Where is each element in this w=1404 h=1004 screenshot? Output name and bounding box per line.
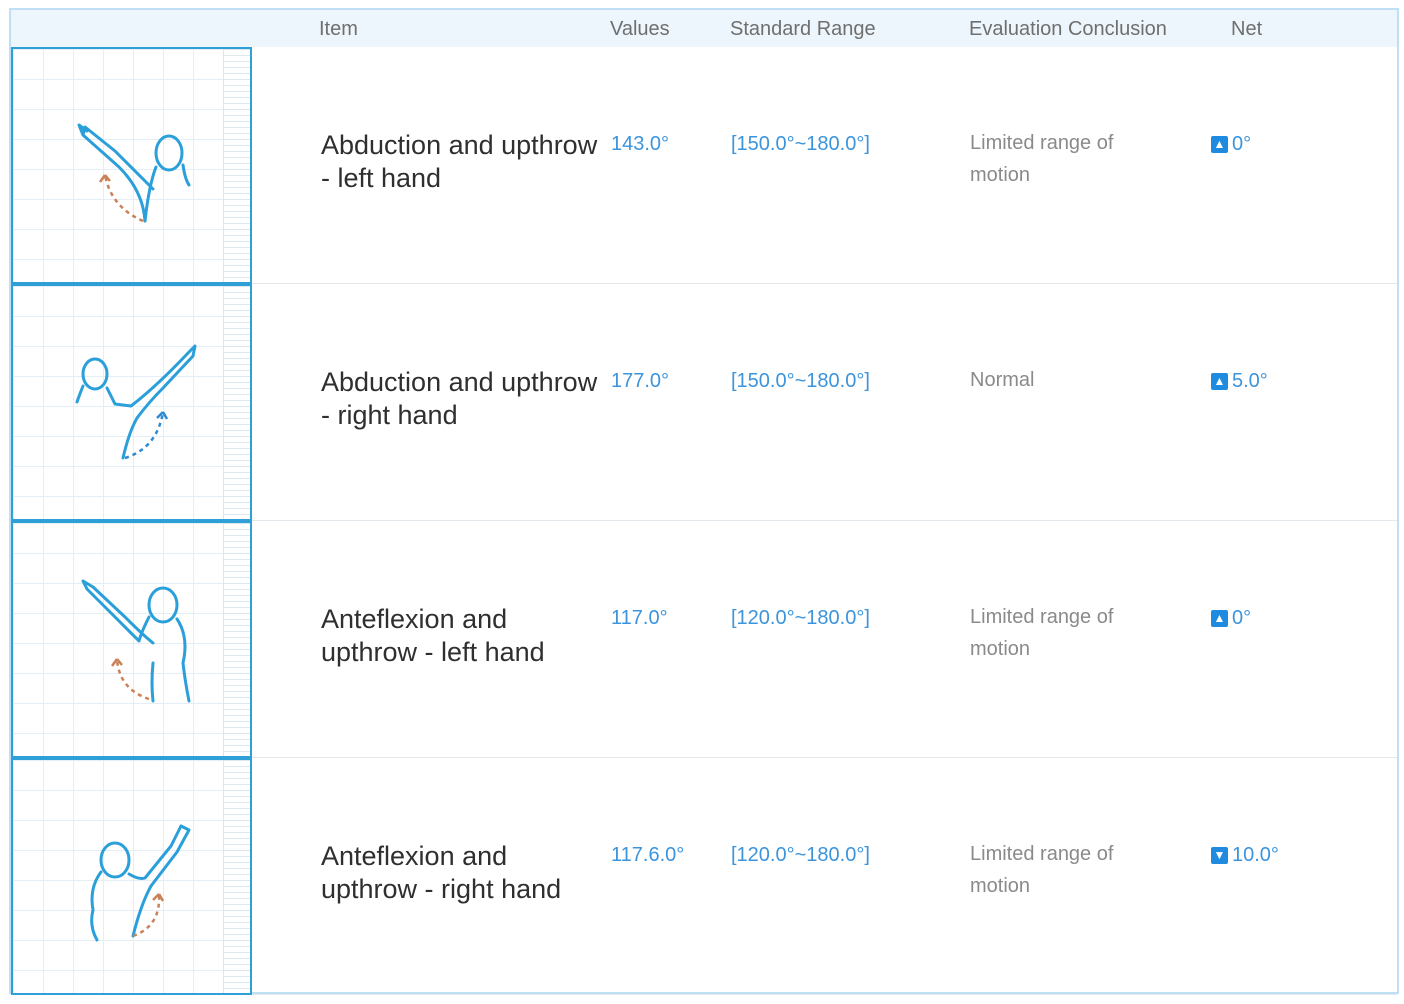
measured-value: 143.0° — [611, 133, 670, 155]
ruler-decoration — [223, 760, 250, 993]
ruler-decoration — [223, 286, 250, 519]
item-name: Anteflexion and upthrow - right hand — [321, 841, 562, 904]
anteflexion-left-figure-icon — [81, 579, 191, 703]
ruler-decoration — [223, 49, 250, 282]
net-value: 0° — [1232, 607, 1252, 629]
abduction-left-figure-icon — [77, 123, 191, 223]
net-value: 5.0° — [1232, 370, 1268, 392]
header-values: Values — [610, 18, 670, 40]
table-row: Anteflexion and upthrow - left hand 117.… — [11, 521, 1397, 758]
ruler-decoration — [223, 523, 250, 756]
evaluation-conclusion: Normal — [970, 369, 1035, 391]
header-net: Net — [1231, 18, 1263, 40]
table-row: Abduction and upthrow - left hand 143.0°… — [11, 47, 1397, 284]
header-item: Item — [319, 18, 358, 40]
figure-tile — [11, 47, 252, 284]
net-change: ▼ 10.0° — [1211, 844, 1279, 867]
measured-value: 117.0° — [611, 607, 668, 629]
evaluation-conclusion: Limited range of motion — [970, 132, 1114, 186]
standard-range: [120.0°~180.0°] — [731, 844, 870, 866]
arrow-up-icon: ▲ — [1211, 610, 1228, 627]
anteflexion-right-figure-icon — [90, 824, 191, 942]
header-standard-range: Standard Range — [730, 18, 876, 40]
evaluation-conclusion: Limited range of motion — [970, 843, 1114, 897]
abduction-right-figure-icon — [75, 344, 197, 460]
net-value: 10.0° — [1232, 844, 1279, 866]
measured-value: 117.6.0° — [611, 844, 685, 866]
table-row: Abduction and upthrow - right hand 177.0… — [11, 284, 1397, 521]
item-name: Anteflexion and upthrow - left hand — [321, 604, 545, 667]
arrow-up-icon: ▲ — [1211, 373, 1228, 390]
standard-range: [120.0°~180.0°] — [731, 607, 870, 629]
evaluation-conclusion: Limited range of motion — [970, 606, 1114, 660]
range-of-motion-report: Item Values Standard Range Evaluation Co… — [9, 8, 1399, 995]
net-change: ▲ 5.0° — [1211, 370, 1268, 393]
table-row: Anteflexion and upthrow - right hand 117… — [11, 758, 1397, 995]
figure-tile — [11, 521, 252, 758]
figure-tile — [11, 758, 252, 995]
net-value: 0° — [1232, 133, 1252, 155]
standard-range: [150.0°~180.0°] — [731, 133, 870, 155]
standard-range: [150.0°~180.0°] — [731, 370, 870, 392]
header-evaluation-conclusion: Evaluation Conclusion — [969, 18, 1167, 40]
net-change: ▲ 0° — [1211, 133, 1251, 156]
measured-value: 177.0° — [611, 370, 670, 392]
item-name: Abduction and upthrow - right hand — [321, 367, 598, 430]
table-header: Item Values Standard Range Evaluation Co… — [11, 10, 1397, 49]
net-change: ▲ 0° — [1211, 607, 1251, 630]
arrow-up-icon: ▲ — [1211, 136, 1228, 153]
figure-tile — [11, 284, 252, 521]
item-name: Abduction and upthrow - left hand — [321, 130, 598, 193]
arrow-down-icon: ▼ — [1211, 847, 1228, 864]
